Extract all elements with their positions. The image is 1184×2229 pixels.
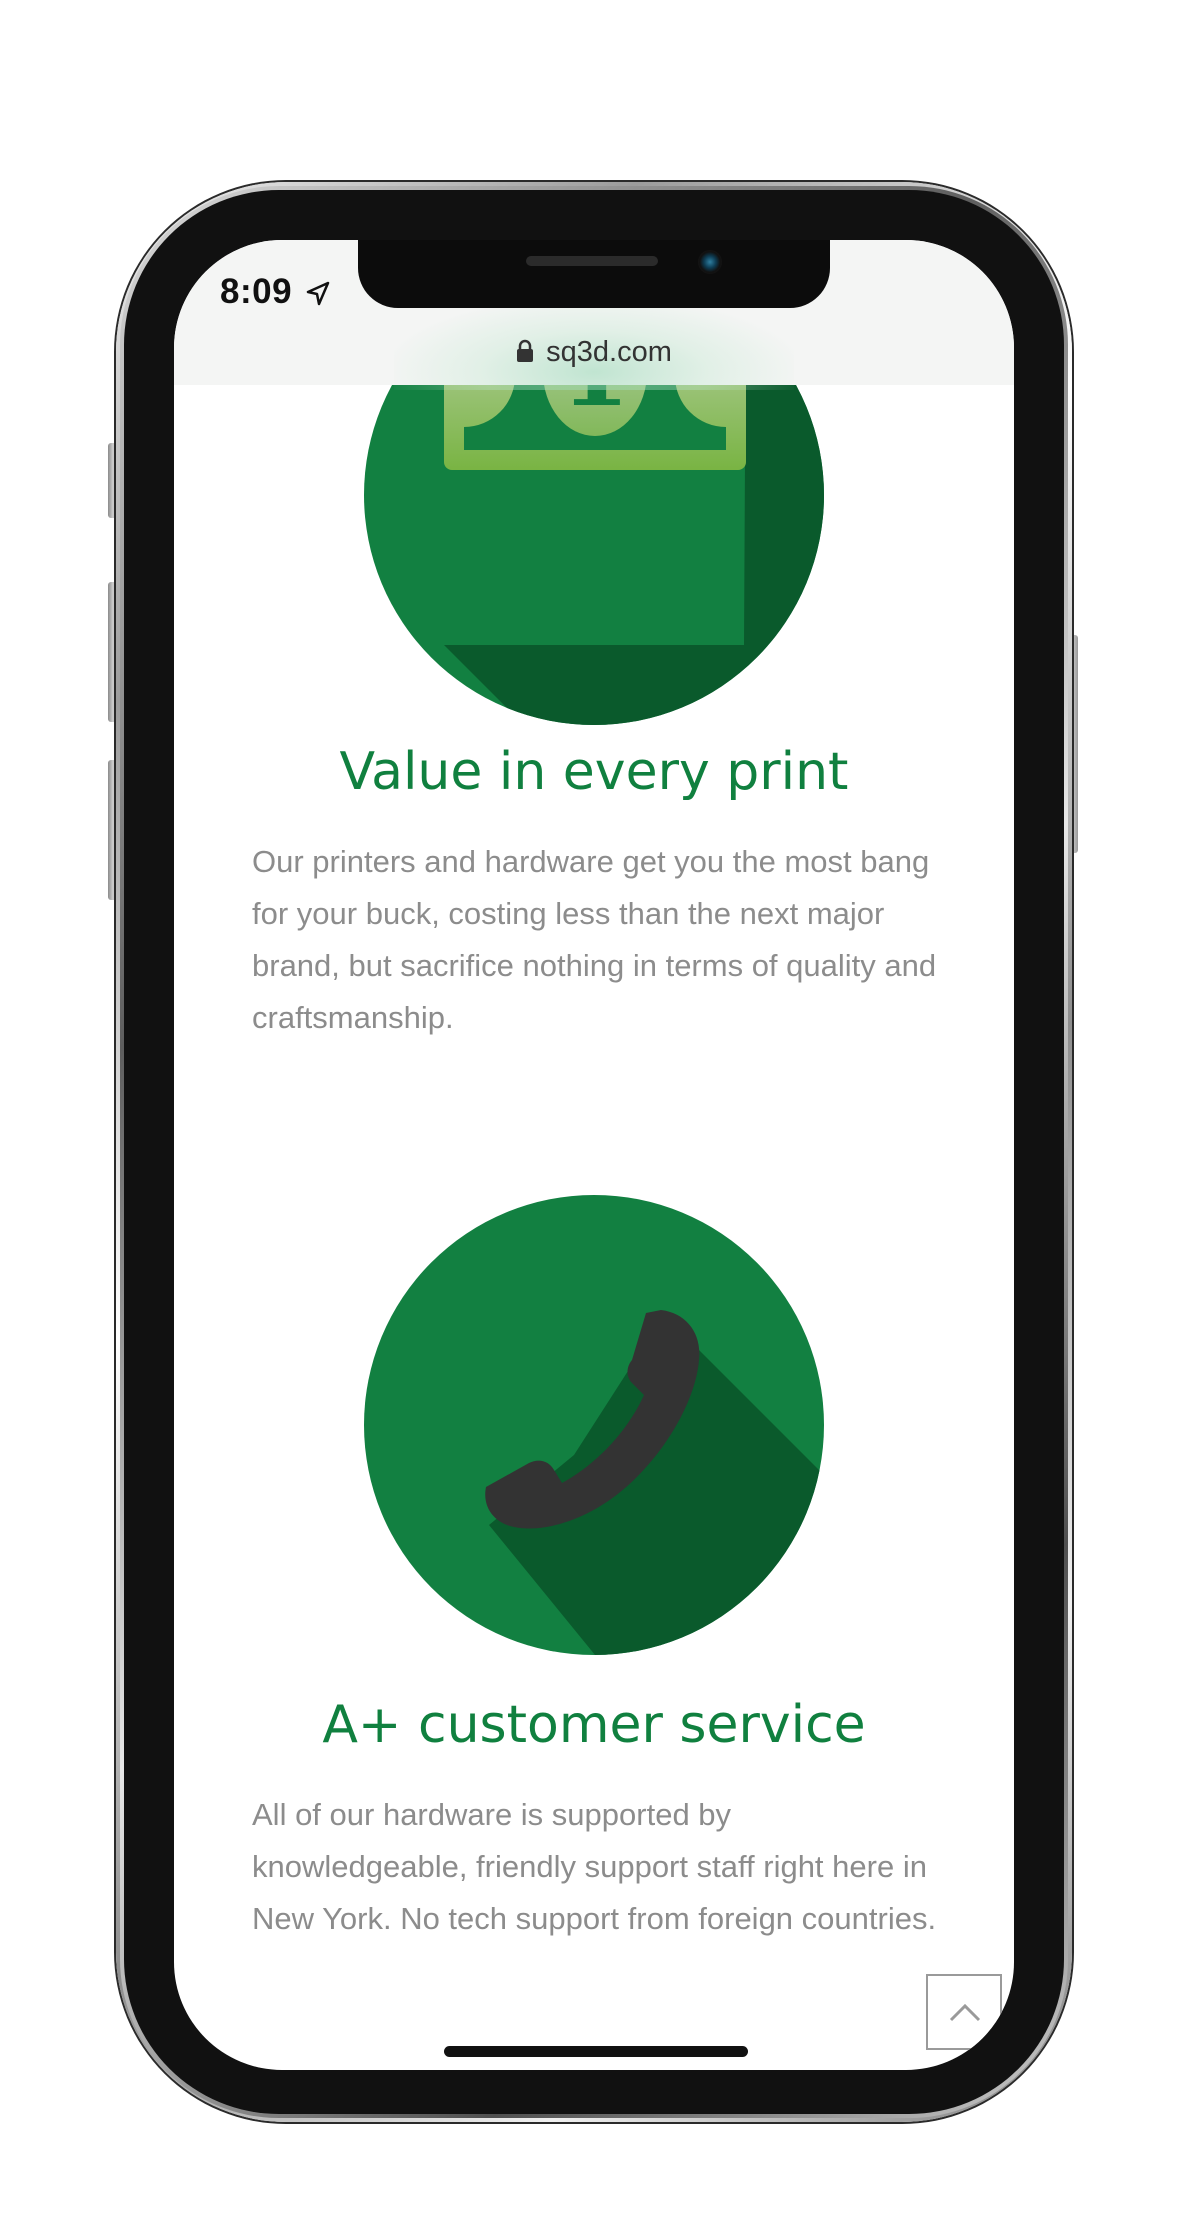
- page-content: 1 Value in every print Our printers and …: [174, 240, 1014, 2070]
- phone-notch: [358, 240, 830, 308]
- feature-body-service: All of our hardware is supported by know…: [252, 1797, 937, 1936]
- lock-icon: [517, 339, 534, 362]
- scroll-to-top-button[interactable]: [926, 1974, 1002, 2050]
- feature-title-value: Value in every print: [339, 742, 849, 802]
- front-camera: [698, 250, 722, 274]
- feature-body-value: Our printers and hardware get you the mo…: [252, 844, 937, 1035]
- location-arrow-icon: [306, 281, 330, 306]
- phone-screen: 1 Value in every print Our printers and …: [174, 240, 1014, 2070]
- home-indicator[interactable]: [444, 2046, 748, 2057]
- speaker-grille: [526, 256, 658, 266]
- address-bar[interactable]: sq3d.com: [174, 336, 1014, 369]
- phone-handset-icon: [364, 1195, 824, 1655]
- url-text: sq3d.com: [546, 336, 672, 368]
- feature-title-service: A+ customer service: [322, 1695, 866, 1755]
- device-mockup: 1 Value in every print Our printers and …: [0, 0, 1184, 2229]
- chevron-up-icon: [949, 2003, 981, 2022]
- status-time: 8:09: [220, 272, 293, 311]
